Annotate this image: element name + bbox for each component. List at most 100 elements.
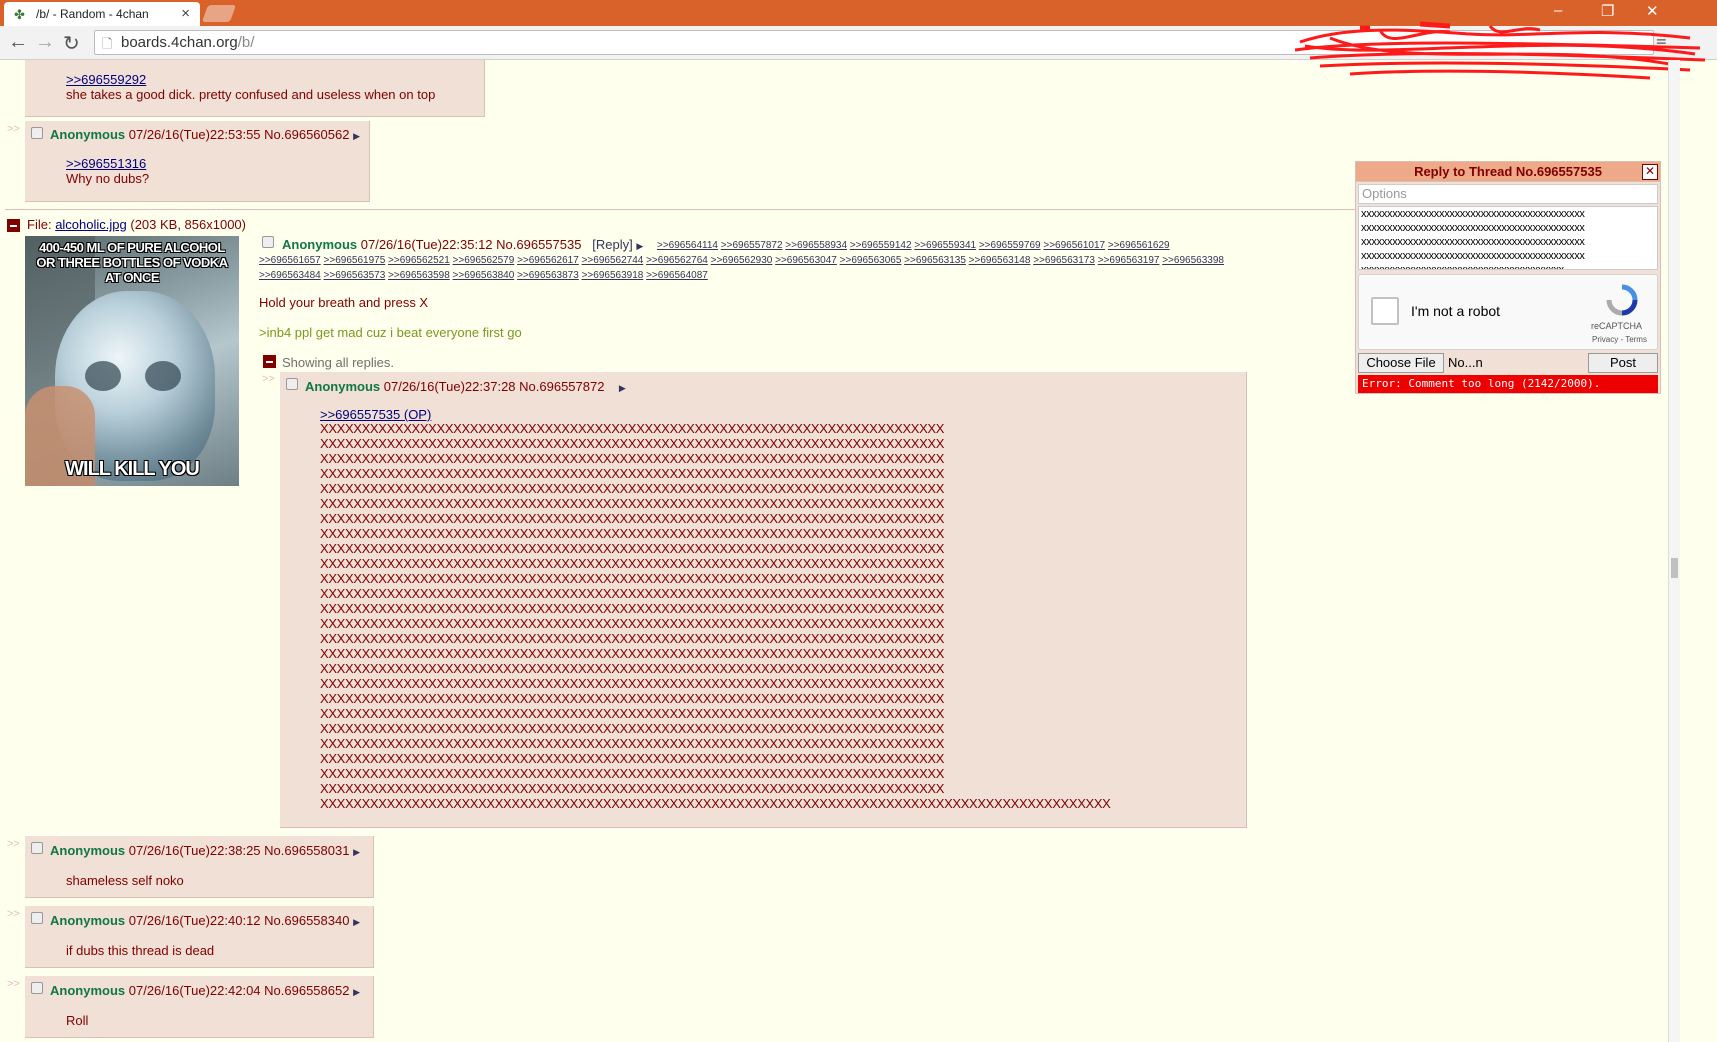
backlink[interactable]: >>696562930 [711,255,773,266]
error-message: Error: Comment too long (2142/2000). [1358,375,1658,393]
reply-post: Anonymous 07/26/16(Tue)22:38:25 No.69655… [25,836,374,898]
reply-post: >>696559292 she takes a good dick. prett… [25,60,485,117]
captcha-links[interactable]: Privacy - Terms [1592,335,1647,344]
op-image[interactable]: 400-450 ML OF PURE ALCOHOL OR THREE BOTT… [25,236,239,486]
backlink[interactable]: >>696563398 [1162,255,1224,266]
backlink[interactable]: >>696563484 [259,270,321,281]
op-message: Hold your breath and press X [259,295,429,310]
backlink[interactable]: >>696563148 [969,255,1031,266]
post-menu-icon[interactable]: ▶ [353,987,360,997]
backlink[interactable]: >>696562579 [453,255,515,266]
restore-icon[interactable]: ❐ [1601,2,1614,20]
close-icon[interactable]: ✕ [1646,2,1659,20]
side-arrows: >> [7,123,20,135]
side-arrows: >> [7,838,20,850]
recaptcha-widget: I'm not a robot reCAPTCHA Privacy - Term… [1358,274,1658,350]
backlink[interactable]: >>696562764 [646,255,708,266]
image-caption-top: 400-450 ML OF PURE ALCOHOL OR THREE BOTT… [36,240,228,285]
backlink[interactable]: >>696563197 [1098,255,1160,266]
post-checkbox[interactable] [31,127,43,139]
poster-name: Anonymous [50,127,126,142]
new-tab-button[interactable] [201,5,237,22]
backlink[interactable]: >>696563065 [840,255,902,266]
poster-name: Anonymous [50,983,126,998]
post-checkbox[interactable] [31,912,43,924]
post-button[interactable]: Post [1588,353,1658,373]
backlink[interactable]: >>696561017 [1043,240,1105,251]
captcha-label: I'm not a robot [1411,303,1501,319]
post-info: Anonymous 07/26/16(Tue)22:38:25 No.69655… [50,843,360,858]
close-icon[interactable]: ✕ [1642,164,1658,180]
post-checkbox[interactable] [31,842,43,854]
backlink[interactable]: >>696563047 [775,255,837,266]
quote-link[interactable]: >>696559292 [66,72,146,87]
backlink[interactable]: >>696563873 [517,270,579,281]
backlink[interactable]: >>696559142 [850,240,912,251]
post-menu-icon[interactable]: ▶ [619,383,626,393]
post-message: shameless self noko [66,873,184,888]
four-leaf-favicon: ✤ [14,7,25,22]
backlink[interactable]: >>696563598 [388,270,450,281]
poster-name: Anonymous [50,913,126,928]
reload-icon[interactable]: ↻ [63,31,80,56]
quote-link[interactable]: >>696557535 (OP) [320,407,431,422]
backlink[interactable]: >>696561657 [259,255,321,266]
captcha-brand: reCAPTCHA [1591,321,1643,331]
minimize-icon[interactable]: – [1554,2,1562,19]
post-menu-icon[interactable]: ▶ [353,847,360,857]
captcha-checkbox[interactable] [1371,297,1399,325]
x-wall-message: XXXXXXXXXXXXXXXXXXXXXXXXXXXXXXXXXXXXXXXX… [320,421,1111,811]
backlink[interactable]: >>696563840 [453,270,515,281]
quote-link[interactable]: >>696551316 [66,156,146,171]
thread-divider [5,209,1355,210]
post-message: she takes a good dick. pretty confused a… [66,87,436,102]
backlinks: >>696564114 >>696557872 >>696558934 >>69… [259,238,1229,283]
post-checkbox[interactable] [31,982,43,994]
backlink[interactable]: >>696563173 [1033,255,1095,266]
tab-close-icon[interactable]: × [181,5,190,22]
post-message: Roll [66,1013,89,1028]
backlink[interactable]: >>696558934 [785,240,847,251]
backlink[interactable]: >>696559341 [914,240,976,251]
backlink[interactable]: >>696561629 [1108,240,1170,251]
side-arrows: >> [262,373,275,385]
reply-post: Anonymous 07/26/16(Tue)22:40:12 No.69655… [25,906,374,968]
showing-replies: Showing all replies. [282,355,395,370]
selected-file-name: No...n [1448,355,1483,370]
page-scrollbar[interactable] [1668,60,1680,1042]
comment-textarea[interactable]: xxxxxxxxxxxxxxxxxxxxxxxxxxxxxxxxxxxxxxxx… [1358,206,1658,270]
backlink[interactable]: >>696562744 [582,255,644,266]
post-menu-icon[interactable]: ▶ [353,131,360,141]
backlink[interactable]: >>696564087 [646,270,708,281]
collapse-icon[interactable] [263,355,276,368]
back-arrow-icon[interactable]: ← [8,31,28,54]
collapse-icon[interactable] [7,219,20,232]
backlink[interactable]: >>696563135 [904,255,966,266]
backlink[interactable]: >>696562521 [388,255,450,266]
choose-file-button[interactable]: Choose File [1358,353,1444,373]
reply-post: Anonymous 07/26/16(Tue)22:42:04 No.69655… [25,976,374,1038]
post-info: Anonymous 07/26/16(Tue)22:53:55 No.69656… [50,127,360,142]
backlink[interactable]: >>696561975 [324,255,386,266]
quick-reply-title[interactable]: Reply to Thread No.696557535 [1356,162,1660,182]
backlink[interactable]: >>696563918 [582,270,644,281]
backlink[interactable]: >>696559769 [979,240,1041,251]
backlink[interactable]: >>696564114 [657,240,718,251]
forward-arrow-icon[interactable]: → [35,31,55,54]
tab-title: /b/ - Random - 4chan [36,7,149,21]
file-link[interactable]: alcoholic.jpg [55,217,127,232]
side-arrows: >> [7,908,20,920]
scrollbar-thumb[interactable] [1671,558,1678,578]
poster-name: Anonymous [305,379,381,394]
recaptcha-logo-icon [1606,284,1638,316]
backlink[interactable]: >>696557872 [721,240,783,251]
backlink[interactable]: >>696563573 [324,270,386,281]
op-greentext: >inb4 ppl get mad cuz i beat everyone fi… [259,325,522,340]
browser-tab[interactable]: ✤ /b/ - Random - 4chan × [4,2,200,26]
backlink[interactable]: >>696562617 [517,255,579,266]
post-menu-icon[interactable]: ▶ [353,917,360,927]
side-arrows: >> [7,978,20,990]
file-info: File: alcoholic.jpg (203 KB, 856x1000) [27,217,246,232]
options-field[interactable]: Options [1358,184,1658,204]
post-checkbox[interactable] [286,378,298,390]
